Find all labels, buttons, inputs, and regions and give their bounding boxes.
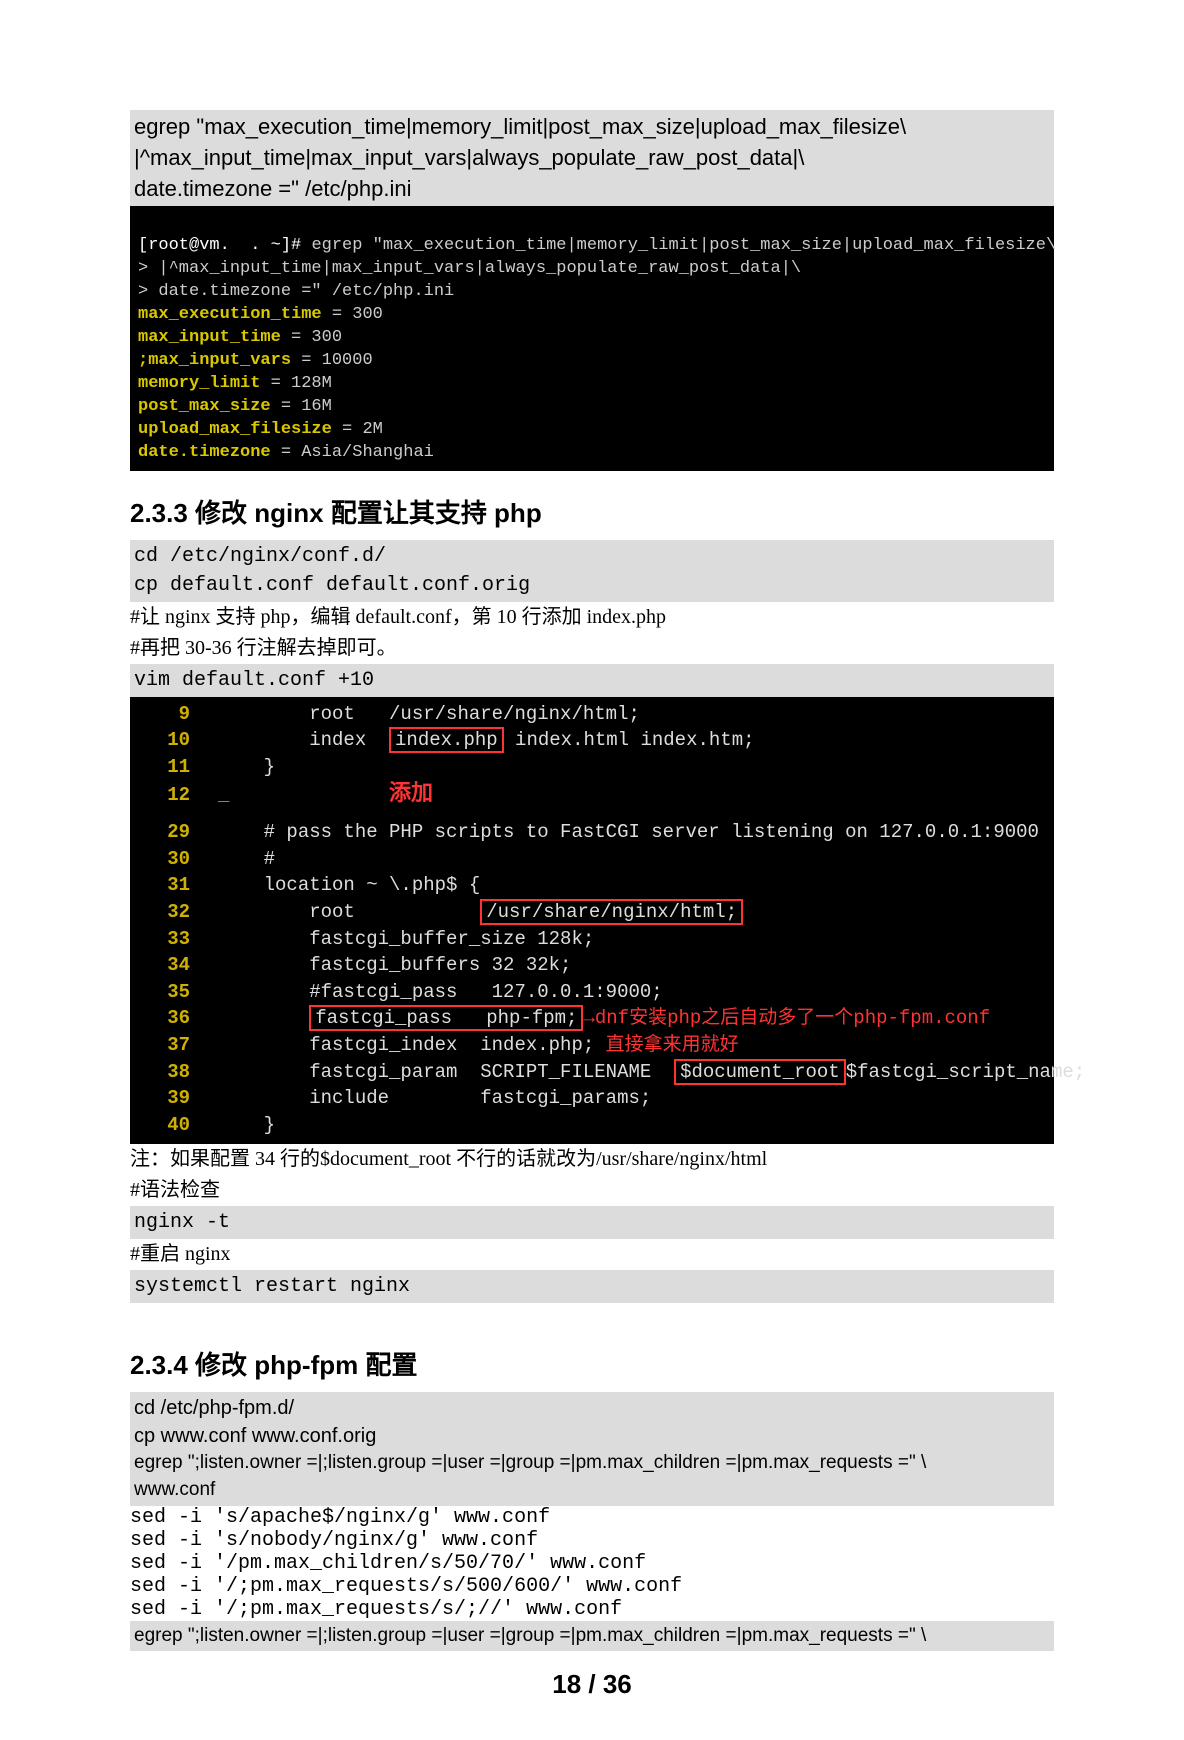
term-key: memory_limit: [138, 374, 260, 393]
line-number: 32: [138, 899, 218, 926]
highlight-box: $document_root: [674, 1059, 846, 1085]
code-block-234: cd /etc/php-fpm.d/ cp www.conf www.conf.…: [130, 1392, 1054, 1505]
line-number: 29: [138, 819, 218, 846]
term-val: = Asia/Shanghai: [271, 443, 434, 462]
code-line: sed -i 's/apache$/nginx/g' www.conf: [130, 1506, 1054, 1529]
term-text: include fastcgi_params;: [218, 1087, 651, 1109]
line-number: 10: [138, 727, 218, 754]
code-line: nginx -t: [130, 1206, 1054, 1239]
term-text: #: [218, 848, 275, 870]
annotation: 添加: [389, 782, 433, 807]
heading-233: 2.3.3 修改 nginx 配置让其支持 php: [130, 493, 1054, 530]
line-number: 35: [138, 979, 218, 1006]
code-line: cp www.conf www.conf.orig: [134, 1422, 1050, 1450]
term-key: max_input_time: [138, 328, 281, 347]
term-text: #fastcgi_pass 127.0.0.1:9000;: [218, 981, 663, 1003]
term-val: = 300: [281, 328, 342, 347]
line-number: 31: [138, 872, 218, 899]
heading-234: 2.3.4 修改 php-fpm 配置: [130, 1345, 1054, 1382]
highlight-box: index.php: [389, 727, 504, 753]
term-prompt: [root@vm. . ~]#: [138, 236, 311, 255]
term-text: }: [218, 1114, 275, 1136]
code-line: date.timezone =" /etc/php.ini: [134, 174, 1050, 205]
term-key: max_execution_time: [138, 305, 322, 324]
line-number: 33: [138, 926, 218, 953]
term-val: = 128M: [260, 374, 331, 393]
text-line: #让 nginx 支持 php，编辑 default.conf，第 10 行添加…: [130, 602, 1054, 633]
code-line: sed -i '/pm.max_children/s/50/70/' www.c…: [130, 1552, 1054, 1575]
highlight-box: fastcgi_pass php-fpm;: [309, 1005, 583, 1031]
line-number: 30: [138, 846, 218, 873]
term-text: root /usr/share/nginx/html;: [218, 703, 640, 725]
line-number: 37: [138, 1032, 218, 1059]
code-block-egrep: egrep "max_execution_time|memory_limit|p…: [130, 110, 1054, 206]
code-line: cp default.conf default.conf.orig: [134, 571, 1050, 600]
term-key: ;max_input_vars: [138, 351, 291, 370]
note-text: 注：如果配置 34 行的$document_root 不行的话就改为/usr/s…: [130, 1144, 1054, 1175]
line-number: 11: [138, 754, 218, 781]
line-number: 39: [138, 1085, 218, 1112]
code-line: |^max_input_time|max_input_vars|always_p…: [134, 143, 1050, 174]
cursor: _: [218, 784, 229, 806]
term-text: # pass the PHP scripts to FastCGI server…: [218, 821, 1039, 843]
term-key: date.timezone: [138, 443, 271, 462]
code-line: sed -i '/;pm.max_requests/s/500/600/' ww…: [130, 1575, 1054, 1598]
term-val: = 16M: [271, 397, 332, 416]
comment-line: #语法检查: [130, 1175, 1054, 1206]
code-line: egrep ";listen.owner =|;listen.group =|u…: [134, 1450, 1050, 1477]
arrow-icon: →: [583, 1007, 594, 1029]
term-key: post_max_size: [138, 397, 271, 416]
term-text: $fastcgi_script_name;: [846, 1061, 1085, 1083]
line-number: 36: [138, 1005, 218, 1032]
code-line: egrep ";listen.owner =|;listen.group =|u…: [130, 1621, 1054, 1652]
term-val: = 2M: [332, 420, 383, 439]
term-text: }: [218, 756, 275, 778]
annotation: 直接拿来用就好: [606, 1034, 739, 1056]
term-val: = 300: [322, 305, 383, 324]
highlight-box: /usr/share/nginx/html;: [480, 899, 743, 925]
code-line: sed -i '/;pm.max_requests/s/;//' www.con…: [130, 1598, 1054, 1621]
term-text: index: [218, 729, 389, 751]
text-line: #再把 30-36 行注解去掉即可。: [130, 633, 1054, 664]
term-cmd: > date.timezone =" /etc/php.ini: [138, 282, 454, 301]
code-line: vim default.conf +10: [130, 664, 1054, 697]
code-line: www.conf: [134, 1477, 1050, 1504]
term-val: = 10000: [291, 351, 373, 370]
term-text: location ~ \.php$ {: [218, 874, 480, 896]
annotation: dnf安装php之后自动多了一个php-fpm.conf: [595, 1007, 990, 1029]
line-number: 40: [138, 1112, 218, 1139]
term-key: upload_max_filesize: [138, 420, 332, 439]
comment-line: #重启 nginx: [130, 1239, 1054, 1270]
term-cmd: egrep "max_execution_time|memory_limit|p…: [311, 236, 1056, 255]
code-line: systemctl restart nginx: [130, 1270, 1054, 1303]
code-block-233: cd /etc/nginx/conf.d/ cp default.conf de…: [130, 540, 1054, 602]
term-text: fastcgi_buffers 32 32k;: [218, 954, 571, 976]
term-text: root: [218, 901, 480, 923]
term-text: fastcgi_buffer_size 128k;: [218, 928, 594, 950]
code-line: egrep "max_execution_time|memory_limit|p…: [134, 112, 1050, 143]
code-line: sed -i 's/nobody/nginx/g' www.conf: [130, 1529, 1054, 1552]
line-number: 12: [138, 782, 218, 809]
code-line: cd /etc/php-fpm.d/: [134, 1394, 1050, 1422]
code-line: cd /etc/nginx/conf.d/: [134, 542, 1050, 571]
line-number: 34: [138, 952, 218, 979]
line-number: 9: [138, 701, 218, 728]
term-text: fastcgi_index index.php;: [218, 1034, 606, 1056]
terminal-output-2: 9 root /usr/share/nginx/html; 10 index i…: [130, 697, 1054, 1145]
term-text: fastcgi_param SCRIPT_FILENAME: [218, 1061, 674, 1083]
line-number: 38: [138, 1059, 218, 1086]
term-cmd: > |^max_input_time|max_input_vars|always…: [138, 259, 801, 278]
terminal-output-1: [root@vm. . ~]# egrep "max_execution_tim…: [130, 206, 1054, 470]
term-text: index.html index.htm;: [504, 729, 755, 751]
